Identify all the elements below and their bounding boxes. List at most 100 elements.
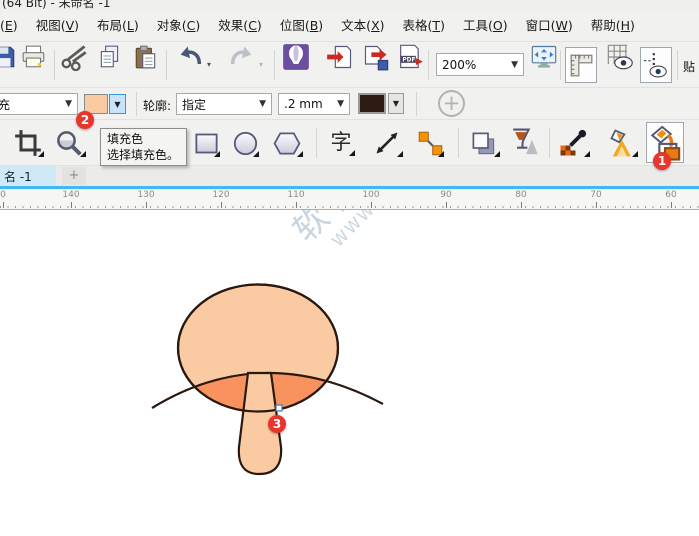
ruler-major-tick	[146, 202, 147, 208]
menu-item-text[interactable]: 文本(X)	[332, 10, 393, 42]
snap-to-label[interactable]: 贴	[683, 58, 695, 75]
watermark-text: 软件自学网	[262, 210, 480, 269]
chevron-down-icon[interactable]: ▼	[511, 60, 518, 70]
corel-launcher-icon[interactable]	[282, 42, 310, 72]
toolbar-separator	[677, 50, 678, 80]
property-bar: 充 ▼ ▼ 轮廓: 指定 ▼ .2 mm ▼ ▼ +	[0, 88, 699, 120]
print-icon[interactable]	[20, 42, 48, 72]
text-tool-icon[interactable]: 字	[327, 127, 355, 157]
export-icon[interactable]	[362, 42, 390, 72]
connector-tool-icon[interactable]	[416, 128, 444, 158]
menu-item-view[interactable]: 视图(V)	[27, 10, 88, 42]
menu-item-effects[interactable]: 效果(C)	[209, 10, 271, 42]
chevron-down-icon[interactable]: ▼	[337, 99, 344, 109]
undo-dropdown-icon[interactable]: ▾	[207, 60, 211, 69]
window-title: (64 Bit) - 未命名 -1	[2, 0, 699, 10]
show-grid-icon[interactable]	[604, 42, 636, 72]
toolbar-separator	[316, 128, 317, 158]
undo-icon[interactable]	[176, 42, 204, 72]
chevron-down-icon[interactable]: ▼	[65, 99, 72, 109]
drop-shadow-tool-icon[interactable]	[466, 128, 500, 158]
save-icon[interactable]	[0, 42, 18, 72]
show-guidelines-icon[interactable]	[640, 47, 672, 83]
cut-icon[interactable]	[60, 42, 88, 72]
drawing-canvas[interactable]: 软件自学网 WWW.RJZXW.COM 3	[0, 210, 699, 536]
outline-style-combobox[interactable]: 指定 ▼	[176, 93, 272, 115]
document-tab-bar: 名 -1 +	[0, 166, 699, 186]
transparency-tool-icon[interactable]	[506, 127, 540, 157]
ruler-number: 120	[212, 190, 229, 200]
mushroom-drawing[interactable]	[130, 270, 400, 485]
tooltip-title: 填充色	[107, 131, 180, 147]
ruler-number: 70	[590, 190, 601, 200]
toolbox: 填充色 选择填充色。 字	[0, 120, 699, 166]
outline-label: 轮廓:	[143, 97, 171, 114]
ruler-number: 90	[440, 190, 451, 200]
rectangle-tool-icon[interactable]	[192, 128, 220, 158]
ruler-number: 130	[137, 190, 154, 200]
show-rulers-icon[interactable]	[565, 47, 597, 83]
ruler-number: 0	[0, 190, 6, 200]
ruler-major-tick	[596, 202, 597, 208]
import-icon[interactable]	[326, 42, 354, 72]
zoom-tool-icon[interactable]	[52, 128, 86, 158]
paste-icon[interactable]	[132, 42, 160, 72]
chevron-down-icon[interactable]: ▼	[259, 99, 266, 109]
publish-pdf-icon[interactable]: PDF	[396, 42, 424, 72]
redo-dropdown-icon[interactable]: ▾	[259, 60, 263, 69]
toolbar-separator	[428, 50, 429, 80]
add-icon[interactable]: +	[438, 90, 465, 117]
redo-icon[interactable]	[228, 42, 256, 72]
svg-text:PDF: PDF	[402, 58, 415, 64]
ellipse-tool-icon[interactable]	[231, 128, 259, 158]
standard-toolbar: ▾ ▾ PDF 200% ▼	[0, 42, 699, 88]
copy-icon[interactable]	[96, 42, 124, 72]
full-screen-preview-icon[interactable]	[530, 42, 558, 72]
toolbar-separator	[166, 50, 167, 80]
toolbar-separator	[54, 50, 55, 80]
outline-color-swatch[interactable]	[358, 93, 386, 114]
new-document-tab-button[interactable]: +	[62, 167, 86, 185]
menu-item-table[interactable]: 表格(T)	[394, 10, 454, 42]
outline-width-value: .2 mm	[284, 97, 323, 111]
horizontal-ruler: 014013012011010090807060	[0, 189, 699, 210]
fill-color-dropdown[interactable]: ▼	[109, 94, 126, 114]
polygon-tool-icon[interactable]	[271, 128, 303, 158]
menu-item-tools[interactable]: 工具(O)	[454, 10, 517, 42]
smart-fill-tool-icon[interactable]	[602, 128, 638, 158]
toolbar-separator	[560, 50, 561, 80]
fill-type-combobox[interactable]: 充 ▼	[0, 93, 78, 115]
menu-item-window[interactable]: 窗口(W)	[517, 10, 582, 42]
toolbar-separator	[549, 128, 550, 158]
outline-color-dropdown[interactable]: ▼	[388, 93, 404, 114]
color-eyedropper-tool-icon[interactable]	[556, 128, 590, 158]
ruler-number: 110	[287, 190, 304, 200]
menu-item-layout[interactable]: 布局(L)	[88, 10, 148, 42]
zoom-level-combobox[interactable]: 200% ▼	[436, 53, 524, 76]
ruler-major-tick	[296, 202, 297, 208]
menu-item-bitmaps[interactable]: 位图(B)	[271, 10, 332, 42]
app-window: (64 Bit) - 未命名 -1 编辑(E)视图(V)布局(L)对象(C)效果…	[0, 0, 699, 536]
menu-item-edit[interactable]: 编辑(E)	[0, 10, 27, 42]
selection-node-handle[interactable]	[276, 405, 282, 411]
ruler-major-tick	[3, 202, 4, 208]
tooltip: 填充色 选择填充色。	[100, 128, 187, 166]
crop-tool-icon[interactable]	[12, 128, 44, 158]
ruler-number: 60	[665, 190, 676, 200]
ruler-number: 140	[62, 190, 79, 200]
menu-item-help[interactable]: 帮助(H)	[582, 10, 644, 42]
outline-width-combobox[interactable]: .2 mm ▼	[278, 93, 350, 115]
ruler-major-tick	[71, 202, 72, 208]
toolbar-separator	[136, 92, 137, 116]
step-badge-3: 3	[268, 415, 286, 433]
dimension-tool-icon[interactable]	[371, 128, 403, 158]
toolbar-separator	[458, 128, 459, 158]
step-badge-2: 2	[76, 111, 94, 129]
outline-style-value: 指定	[182, 96, 206, 113]
title-bar: (64 Bit) - 未命名 -1	[0, 0, 699, 10]
ruler-major-tick	[371, 202, 372, 208]
menu-item-object[interactable]: 对象(C)	[148, 10, 210, 42]
step-badge-1: 1	[653, 152, 671, 170]
toolbar-separator	[274, 50, 275, 80]
document-tab[interactable]: 名 -1	[0, 166, 56, 186]
